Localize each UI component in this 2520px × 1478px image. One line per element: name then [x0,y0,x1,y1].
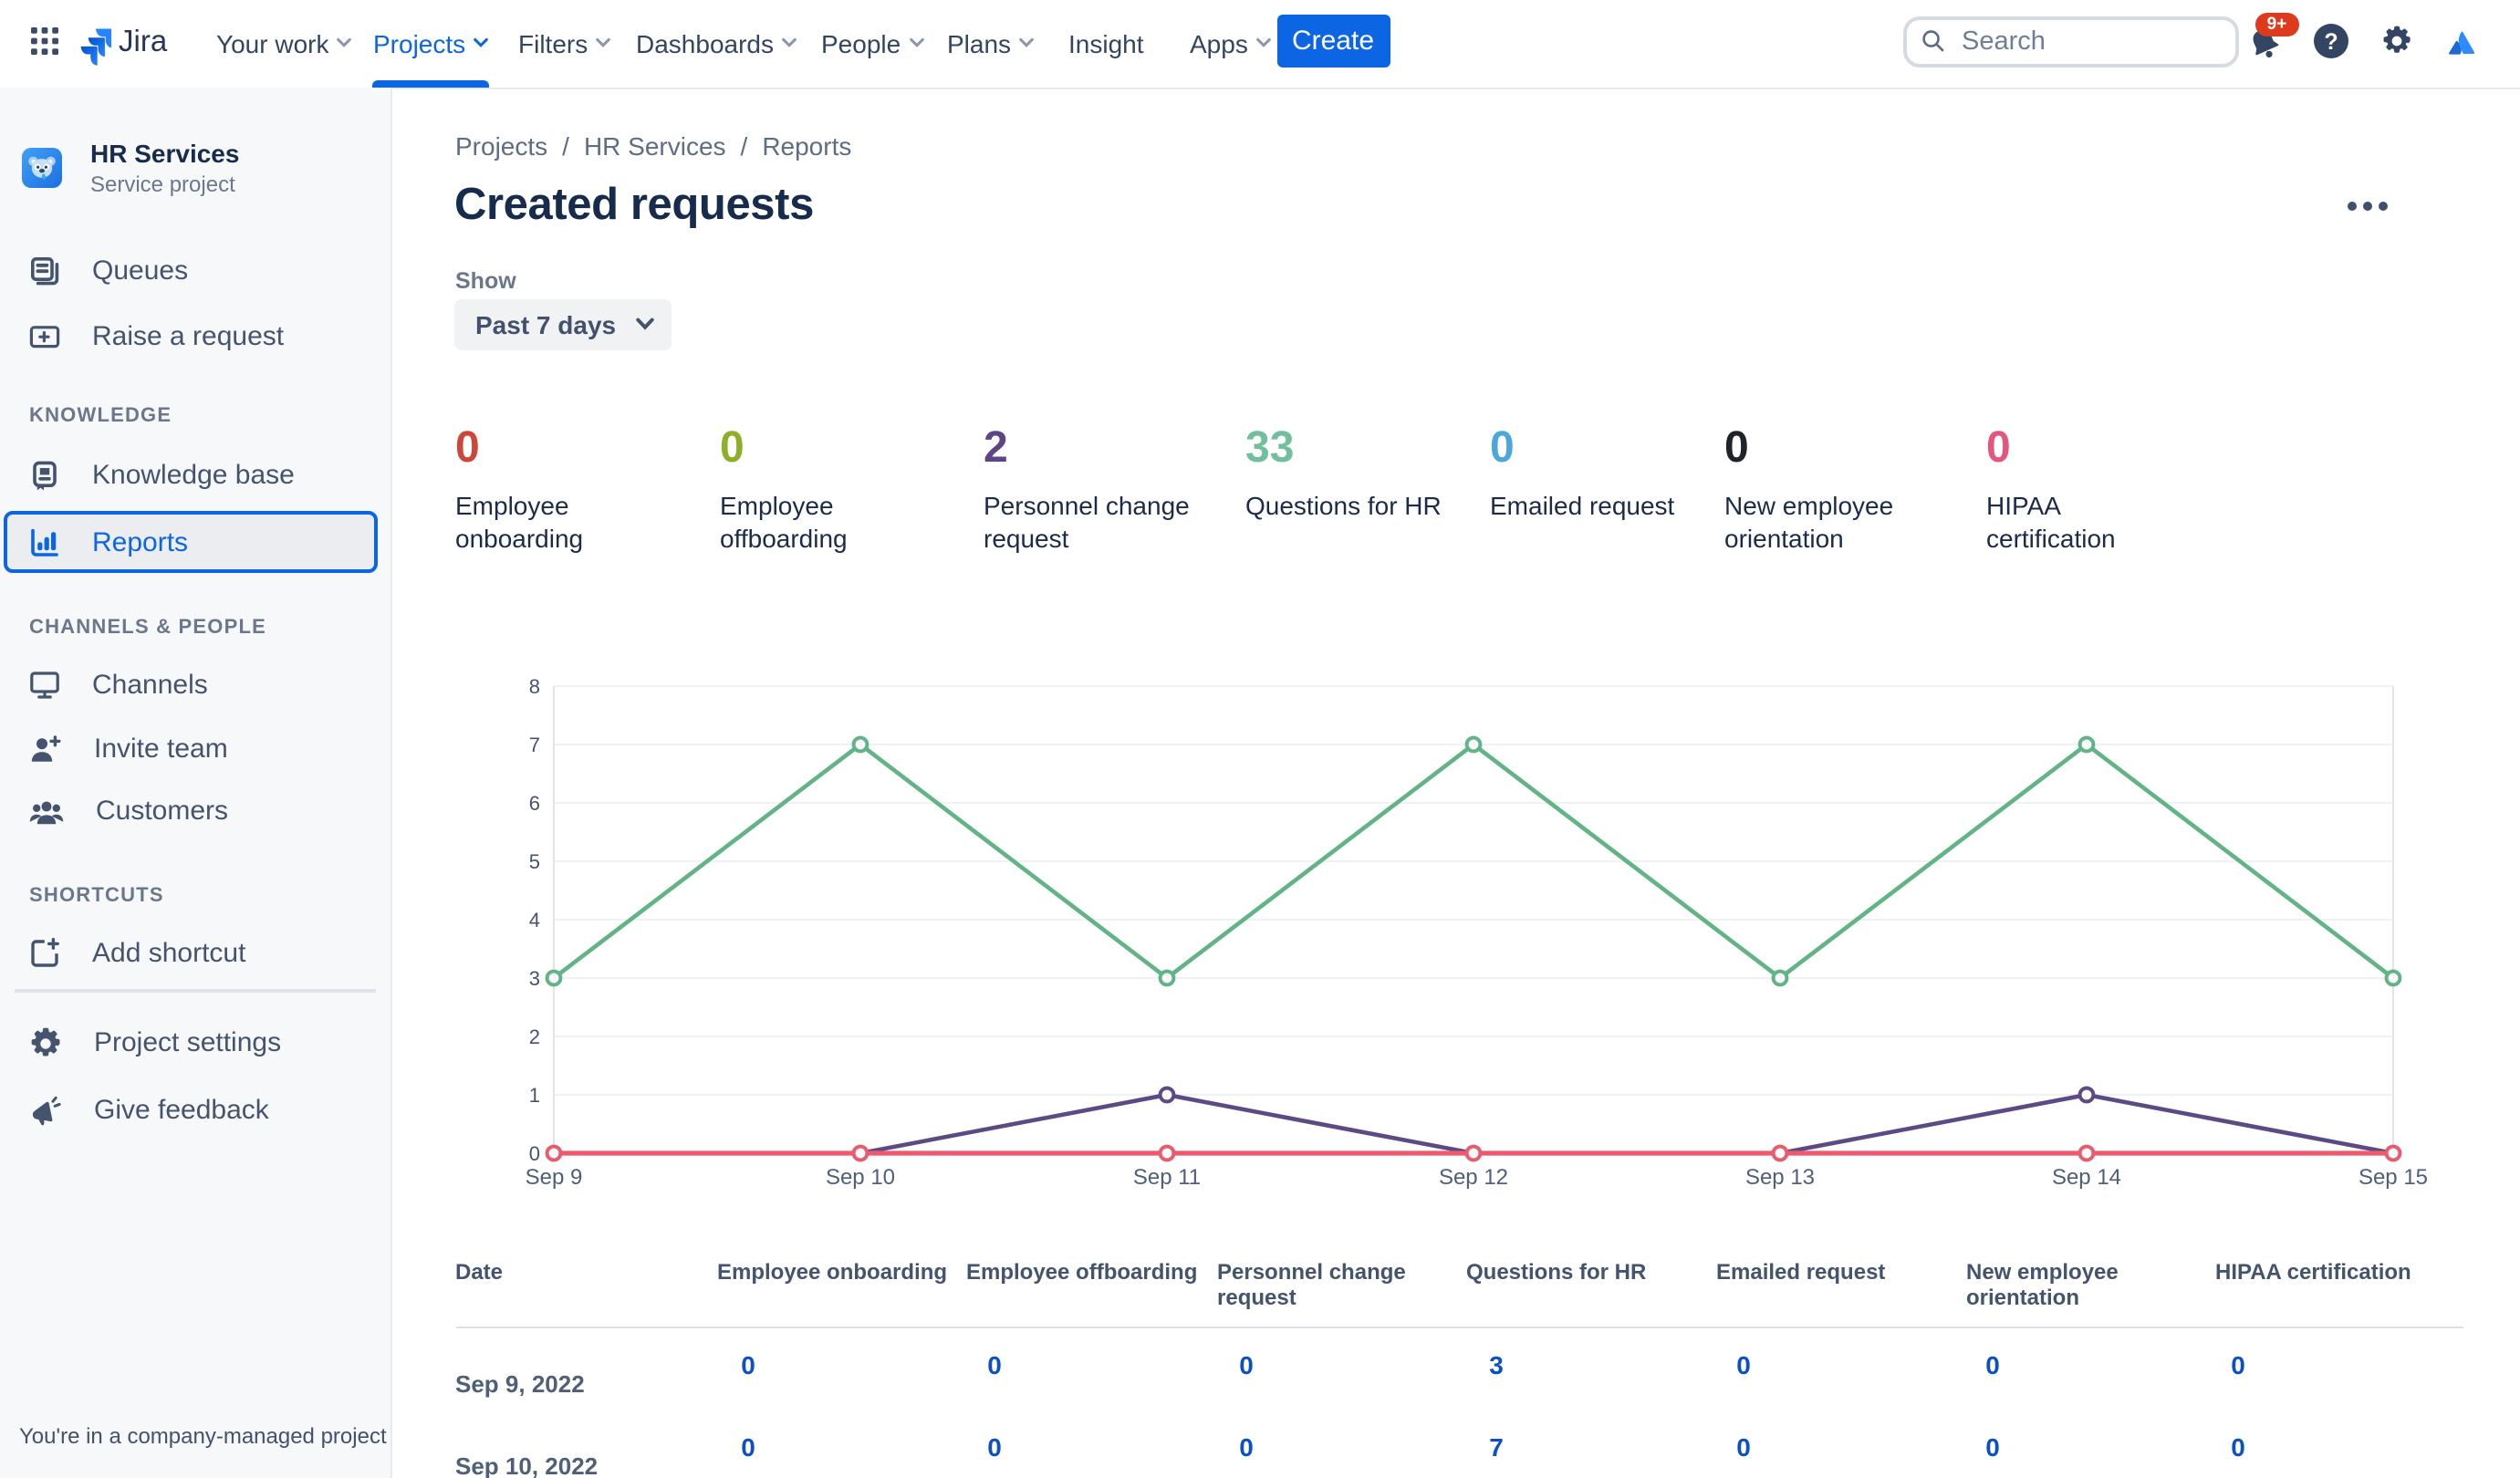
svg-text:2: 2 [529,1025,540,1048]
svg-text:Sep 13: Sep 13 [1745,1165,1815,1190]
svg-text:4: 4 [529,909,540,932]
svg-text:0: 0 [529,1142,540,1165]
svg-text:5: 5 [529,850,540,873]
svg-text:8: 8 [529,675,540,698]
svg-text:Sep 15: Sep 15 [2359,1165,2428,1190]
svg-text:Sep 9: Sep 9 [526,1165,583,1190]
svg-text:Sep 14: Sep 14 [2052,1165,2121,1190]
svg-text:7: 7 [529,734,540,756]
svg-text:6: 6 [529,792,540,815]
svg-text:3: 3 [529,967,540,990]
svg-text:Sep 11: Sep 11 [1133,1165,1201,1190]
svg-text:Sep 10: Sep 10 [826,1165,895,1190]
svg-text:1: 1 [529,1084,540,1107]
svg-text:Sep 12: Sep 12 [1439,1165,1508,1190]
